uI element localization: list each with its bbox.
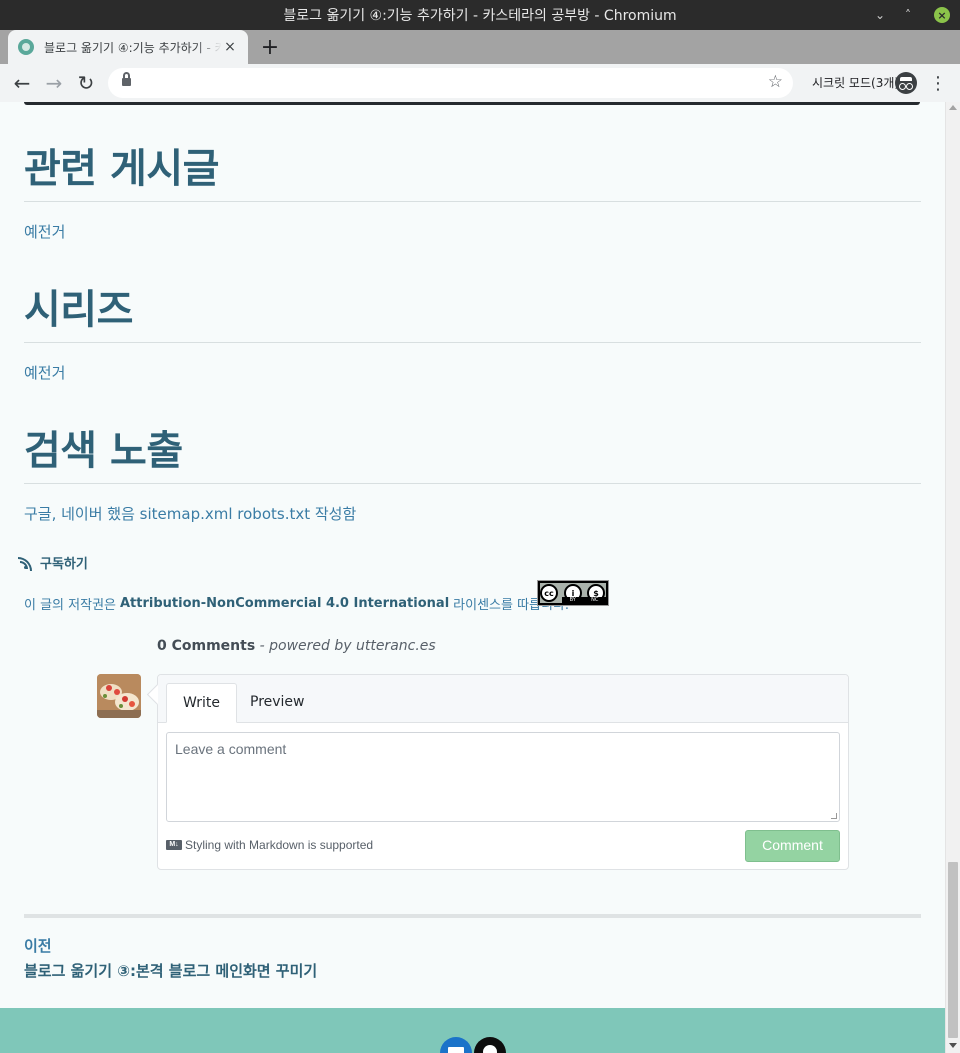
new-tab-button[interactable]: +: [258, 30, 282, 64]
comment-input[interactable]: Leave a comment: [166, 732, 840, 822]
markdown-note[interactable]: M↓ Styling with Markdown is supported: [166, 838, 373, 852]
license-prefix: 이 글의 저작권은: [24, 598, 116, 613]
resize-handle[interactable]: [831, 813, 837, 819]
section-heading-series: 시리즈: [24, 287, 133, 333]
cc-badge-labels: BY NC: [562, 597, 606, 604]
section-body-related: 예전거: [24, 223, 66, 241]
divider: [24, 342, 921, 343]
close-icon: ×: [934, 7, 950, 23]
mail-icon[interactable]: [440, 1037, 472, 1053]
scroll-down-arrow-icon[interactable]: [949, 1043, 957, 1048]
license-link[interactable]: Attribution-NonCommercial 4.0 Internatio…: [120, 596, 449, 611]
divider: [24, 483, 921, 484]
section-heading-search: 검색 노출: [24, 428, 183, 474]
page-footer: [0, 1008, 945, 1053]
window-title: 블로그 옮기기 ④:기능 추가하기 - 카스테라의 공부방 - Chromium: [283, 8, 677, 24]
license-notice: 이 글의 저작권은 Attribution-NonCommercial 4.0 …: [24, 594, 569, 613]
comment-form: Write Preview Leave a comment M↓ Styling…: [157, 674, 849, 870]
prev-post-link[interactable]: 블로그 옮기기 ③:본격 블로그 메인화면 꾸미기: [24, 960, 317, 981]
comments-count: 0 Comments: [157, 638, 256, 654]
tab-write[interactable]: Write: [166, 683, 237, 723]
cc-license-badge[interactable]: cc i $ BY NC: [537, 580, 609, 606]
minimize-icon: ⌄: [874, 8, 886, 22]
divider: [24, 201, 921, 202]
browser-menu-button[interactable]: ⋮: [929, 64, 947, 102]
incognito-icon[interactable]: [895, 72, 917, 94]
avatar[interactable]: [97, 674, 141, 718]
minimize-button[interactable]: ⌄: [872, 0, 888, 30]
scrollbar-thumb[interactable]: [948, 862, 958, 1038]
comments-header: 0 Comments - powered by utteranc.es: [157, 638, 436, 654]
comment-submit-button[interactable]: Comment: [745, 830, 840, 862]
section-body-search: 구글, 네이버 했음 sitemap.xml robots.txt 작성함: [24, 505, 357, 523]
section-heading-related: 관련 게시글: [24, 146, 219, 192]
vertical-scrollbar[interactable]: [945, 102, 960, 1053]
page-top-border: [24, 102, 920, 105]
tab-title: 블로그 옮기기 ④:기능 추가하기 - 카: [44, 40, 222, 55]
section-body-series: 예전거: [24, 364, 66, 382]
tab-close-button[interactable]: ×: [222, 39, 238, 55]
tab-preview[interactable]: Preview: [234, 683, 321, 723]
comment-placeholder: Leave a comment: [175, 741, 287, 757]
github-icon[interactable]: [474, 1037, 506, 1053]
nc-label: NC: [591, 597, 599, 603]
browser-tab[interactable]: 블로그 옮기기 ④:기능 추가하기 - 카 ×: [8, 30, 248, 64]
page-viewport: 관련 게시글 예전거 시리즈 예전거 검색 노출 구글, 네이버 했음 site…: [0, 102, 945, 1053]
by-label: BY: [569, 597, 576, 603]
rss-icon: [18, 556, 36, 571]
pagination-divider: [24, 914, 921, 918]
comment-tabs: Write Preview: [158, 675, 848, 723]
markdown-icon: M↓: [166, 840, 182, 850]
markdown-note-text: Styling with Markdown is supported: [185, 838, 374, 852]
subscribe-label: 구독하기: [40, 557, 88, 572]
maximize-button[interactable]: ˄: [900, 0, 916, 30]
prev-label[interactable]: 이전: [24, 935, 52, 956]
subscribe-link[interactable]: 구독하기: [18, 553, 88, 572]
lock-icon: [122, 72, 131, 87]
scroll-up-arrow-icon[interactable]: [949, 105, 957, 110]
address-bar[interactable]: ☆: [108, 68, 793, 98]
cc-icon: cc: [540, 584, 558, 602]
bookmark-star-icon[interactable]: ☆: [768, 72, 783, 92]
tab-strip: 블로그 옮기기 ④:기능 추가하기 - 카 × +: [0, 30, 960, 64]
browser-toolbar: ← → ↻ ☆ 시크릿 모드(3개) ⋮: [0, 64, 960, 102]
powered-by[interactable]: - powered by utteranc.es: [255, 638, 436, 654]
maximize-icon: ˄: [905, 8, 911, 22]
window-titlebar: 블로그 옮기기 ④:기능 추가하기 - 카스테라의 공부방 - Chromium…: [0, 0, 960, 30]
favicon-icon: [18, 39, 34, 55]
incognito-label[interactable]: 시크릿 모드(3개): [812, 64, 899, 102]
close-window-button[interactable]: ×: [934, 0, 950, 30]
back-button[interactable]: ←: [8, 64, 36, 102]
forward-button[interactable]: →: [40, 64, 68, 102]
reload-button[interactable]: ↻: [72, 64, 100, 102]
